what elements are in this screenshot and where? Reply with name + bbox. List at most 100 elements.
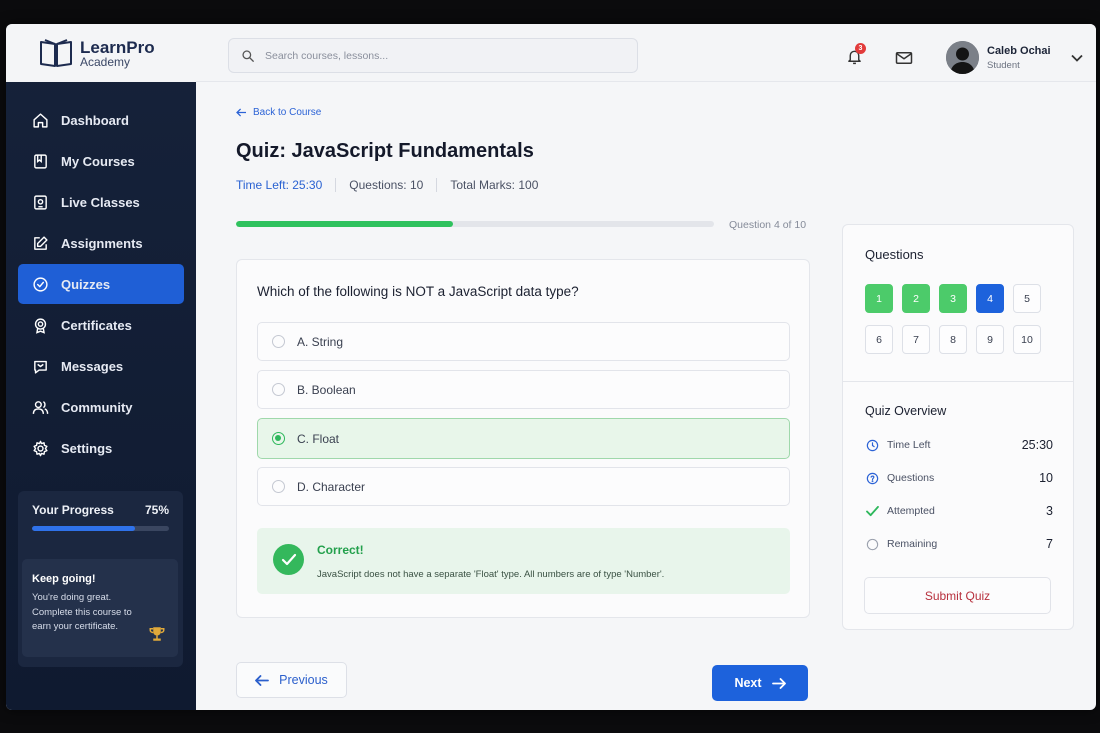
sidebar-item-label: Community [61,399,133,415]
check-icon [865,504,879,518]
sidebar-item-settings[interactable]: Settings [18,428,184,468]
question-counter: Question 4 of 10 [729,219,807,231]
user-role: Student [987,59,1020,71]
question-nav-button[interactable]: 1 [865,284,893,313]
book-logo-icon [40,39,72,67]
option-label: A. String [297,334,344,349]
option-label: C. Float [297,431,340,446]
question-nav-button[interactable]: 10 [1013,325,1041,354]
question-nav-button[interactable]: 6 [865,325,893,354]
overview-row-questions: Questions 10 [865,471,1053,485]
sidebar-item-live-classes[interactable]: Live Classes [18,182,184,222]
sidebar-item-label: Dashboard [61,112,129,128]
sidebar-item-assignments[interactable]: Assignments [18,223,184,263]
sidebar-item-dashboard[interactable]: Dashboard [18,100,184,140]
question-nav-button[interactable]: 9 [976,325,1004,354]
clock-icon [865,438,879,452]
messages-button[interactable] [895,51,913,70]
user-silhouette-icon [946,41,979,74]
option-d[interactable]: D. Character [257,467,790,506]
overview-label: Attempted [887,505,935,517]
radio-button[interactable] [272,432,285,445]
divider [436,178,438,192]
option-label: D. Character [297,479,366,494]
divider [843,381,1073,382]
question-card: Which of the following is NOT a JavaScri… [236,259,810,618]
brand-name: LearnPro [80,37,155,57]
mail-icon [895,52,913,64]
sidebar-item-label: Quizzes [61,276,111,292]
keep-going-card: Keep going! You're doing great. Complete… [22,559,178,657]
home-icon [33,112,48,128]
logo-text: LearnPro Academy [80,39,155,68]
option-b[interactable]: B. Boolean [257,370,790,409]
quiz-progress-bar [236,221,714,227]
question-nav-button[interactable]: 2 [902,284,930,313]
app-window: LearnPro Academy Dashboard My Courses Li… [6,24,1096,710]
sidebar-item-community[interactable]: Community [18,387,184,427]
sidebar-item-label: Live Classes [61,194,140,210]
feedback-title: Correct! [317,543,364,557]
avatar [946,41,979,74]
sidebar-item-label: Messages [61,358,124,374]
user-menu[interactable]: Caleb Ochai Student [946,41,1083,74]
check-badge-icon [273,544,304,575]
progress-header: Your Progress 75% [32,503,169,517]
back-to-course-link[interactable]: Back to Course [236,107,321,118]
radio-button[interactable] [272,335,285,348]
total-marks: Total Marks: 100 [450,178,539,192]
question-navigator: 1 2 3 4 5 6 7 8 9 10 [865,284,1041,354]
previous-label: Previous [279,673,328,687]
submit-quiz-button[interactable]: Submit Quiz [864,577,1051,614]
check-circle-icon [33,276,48,292]
question-nav-button[interactable]: 8 [939,325,967,354]
sidebar: LearnPro Academy Dashboard My Courses Li… [6,24,196,710]
next-button[interactable]: Next [712,665,808,701]
notifications-button[interactable]: 3 [846,43,866,71]
sidebar-item-messages[interactable]: Messages [18,346,184,386]
overview-row-remaining: Remaining 7 [865,537,1053,551]
page-title: Quiz: JavaScript Fundamentals [236,140,534,162]
feedback-box: Correct! JavaScript does not have a sepa… [257,528,790,594]
overview-value: 7 [1046,537,1053,551]
question-nav-button-current[interactable]: 4 [976,284,1004,313]
edit-icon [34,235,48,250]
sidebar-item-label: Assignments [61,235,143,251]
option-a[interactable]: A. String [257,322,790,361]
sidebar-item-quizzes[interactable]: Quizzes [18,264,184,304]
sidebar-item-certificates[interactable]: Certificates [18,305,184,345]
progress-bar-fill [32,526,135,531]
search-box[interactable] [228,38,638,73]
overview-value: 10 [1039,471,1053,485]
overview-label: Questions [887,472,935,484]
radio-button[interactable] [272,480,285,493]
overview-value: 25:30 [1021,438,1053,452]
gear-icon [33,440,48,456]
feedback-text: JavaScript does not have a separate 'Flo… [317,569,665,580]
overview-row-time-left: Time Left 25:30 [865,438,1053,452]
chat-icon [34,360,47,374]
arrow-left-icon [255,674,270,686]
question-nav-button[interactable]: 7 [902,325,930,354]
radio-button[interactable] [272,383,285,396]
option-c[interactable]: C. Float [257,418,790,459]
quiz-side-panel: Questions 1 2 3 4 5 6 7 8 9 10 Quiz Over… [842,224,1074,630]
logo[interactable]: LearnPro Academy [6,24,196,82]
users-icon [32,400,49,414]
progress-card: Your Progress 75% Keep going! You're doi… [18,491,183,667]
divider [335,178,337,192]
brand-sub: Academy [80,54,131,69]
video-icon [34,194,47,210]
question-nav-button[interactable]: 3 [939,284,967,313]
question-icon [865,471,879,485]
overview-value: 3 [1046,504,1053,518]
question-nav-button[interactable]: 5 [1013,284,1041,313]
questions-count: Questions: 10 [349,178,424,192]
search-input[interactable] [265,49,605,62]
option-label: B. Boolean [297,382,356,397]
sidebar-item-my-courses[interactable]: My Courses [18,141,184,181]
previous-button[interactable]: Previous [236,662,347,698]
main-content: Back to Course Quiz: JavaScript Fundamen… [196,82,1096,710]
chevron-down-icon[interactable] [1070,54,1083,62]
quiz-progress-fill [236,221,454,227]
